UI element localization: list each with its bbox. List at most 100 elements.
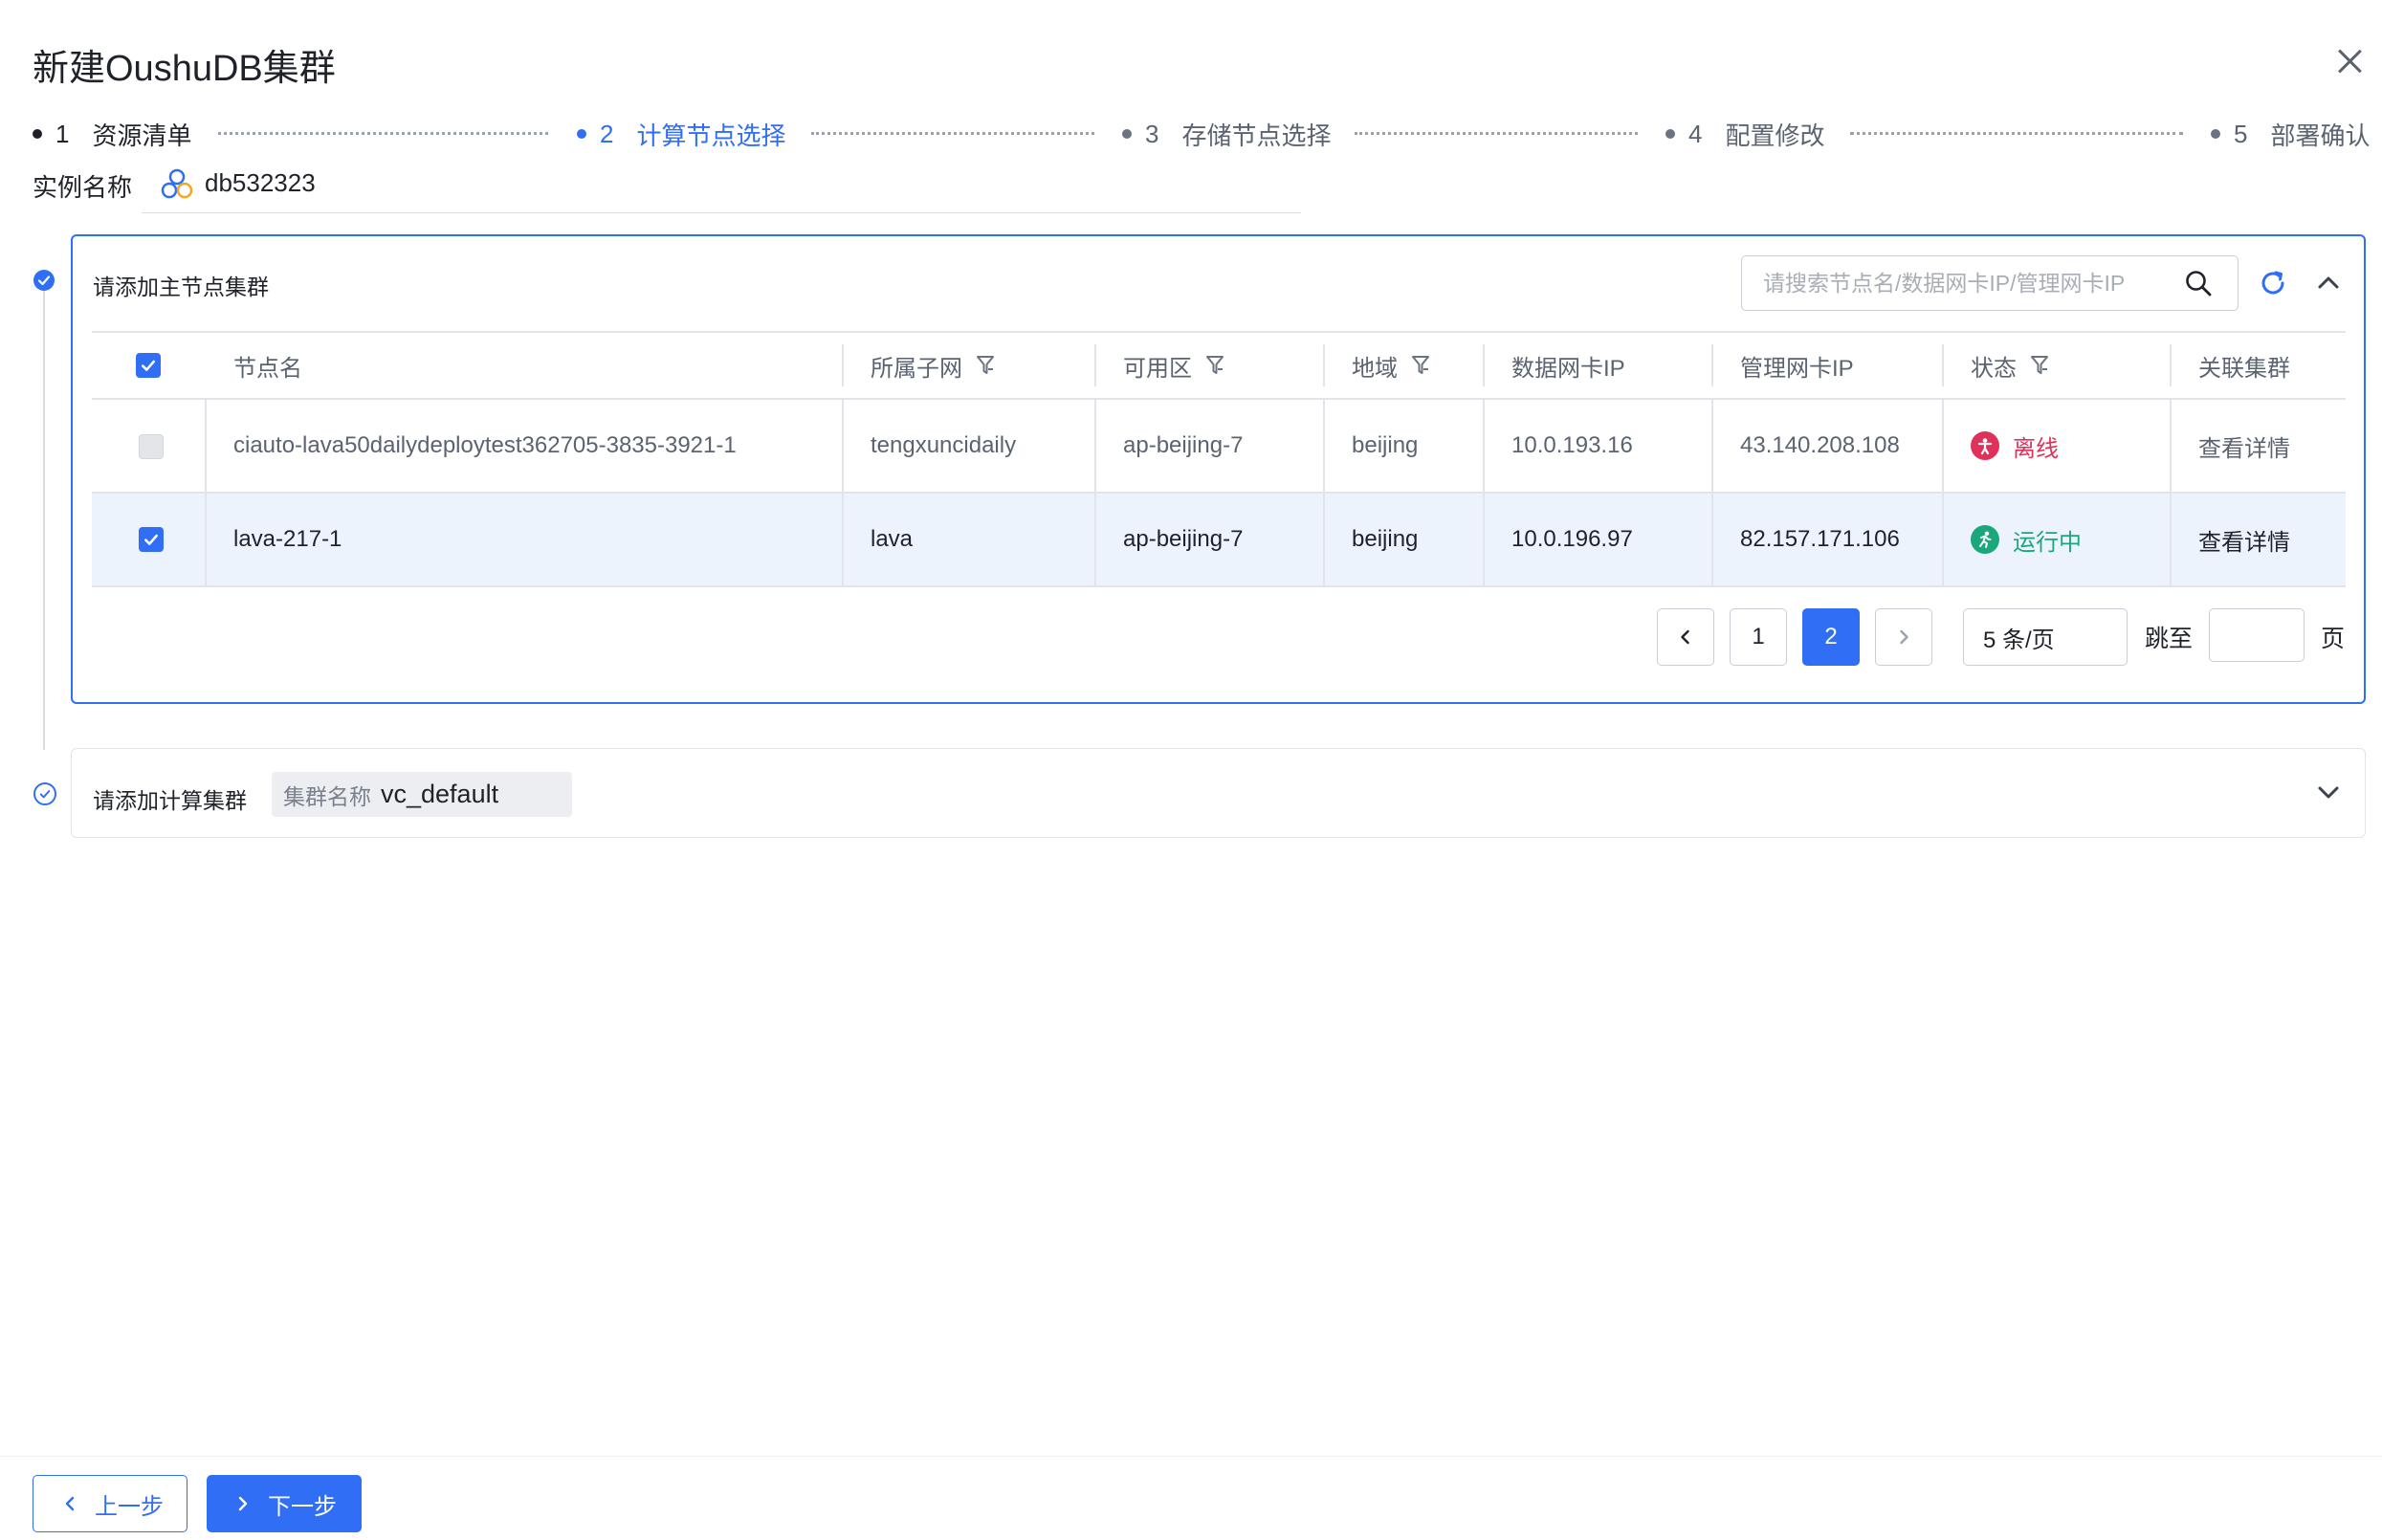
previous-step-label: 上一步 [95,1493,164,1520]
running-status-icon [1971,525,1999,554]
filter-icon[interactable] [1411,354,1430,377]
column-divider [1711,400,1713,492]
previous-step-button[interactable]: 上一步 [33,1475,187,1532]
prev-page-button[interactable] [1657,608,1714,666]
column-divider [1094,494,1096,585]
column-header-label: 可用区 [1123,355,1192,382]
step-connector [218,132,548,135]
filter-icon[interactable] [2030,354,2049,377]
column-divider [842,494,844,585]
cell-status: 运行中 [1971,494,2082,585]
column-divider [1942,494,1944,585]
cell-region: beijing [1352,526,1419,552]
step-label: 部署确认 [2270,121,2371,150]
column-header-subnet: 所属子网 [871,333,995,398]
column-header-label: 所属子网 [871,355,962,382]
next-page-button[interactable] [1875,608,1932,666]
column-header-mgmt-ip: 管理网卡IP [1740,333,1854,398]
cell-subnet: lava [871,526,914,552]
column-header-zone: 可用区 [1123,333,1224,398]
column-divider [1942,344,1944,386]
column-divider [2170,494,2172,585]
step-4[interactable]: 4 配置修改 [1665,117,1824,151]
column-header-node-name: 节点名 [233,333,302,398]
filter-icon[interactable] [976,354,995,377]
jump-to-label: 跳至 [2145,626,2194,652]
step-label: 计算节点选择 [636,121,786,150]
column-divider [1483,344,1485,386]
search-icon[interactable] [2184,269,2213,297]
master-complete-check-icon [33,270,55,291]
cell-status: 离线 [1971,400,2059,492]
chevron-left-icon [1681,629,1689,645]
column-divider [1483,494,1485,585]
cell-node-name: lava-217-1 [233,526,342,552]
row-checkbox[interactable] [139,527,164,552]
step-dot-icon [1122,129,1132,139]
column-divider [842,344,844,386]
step-label: 资源清单 [92,121,192,150]
step-connector [1355,132,1638,135]
chevron-left-icon [65,1496,75,1511]
offline-status-icon [1971,431,1999,460]
cluster-name-tag: 集群名称 vc_default [272,772,572,817]
column-divider [1323,494,1325,585]
step-1[interactable]: 1 资源清单 [33,117,191,151]
column-divider [2170,400,2172,492]
table-row[interactable]: lava-217-1 lava ap-beijing-7 beijing 10.… [92,494,2346,587]
node-search-box[interactable] [1741,255,2239,311]
node-search-input[interactable] [1742,256,2186,311]
column-header-label: 管理网卡IP [1740,355,1854,382]
table-row[interactable]: ciauto-lava50dailydeploytest362705-3835-… [92,400,2346,494]
column-header-label: 关联集群 [2198,355,2290,382]
view-details-link[interactable]: 查看详情 [2198,400,2290,492]
cell-zone: ap-beijing-7 [1123,432,1244,458]
column-divider [1711,494,1713,585]
cluster-logo-icon [161,168,193,199]
column-header-data-ip: 数据网卡IP [1511,333,1625,398]
cell-region: beijing [1352,432,1419,458]
cell-node-name: ciauto-lava50dailydeploytest362705-3835-… [233,432,737,458]
row-checkbox-disabled [139,434,164,459]
close-icon[interactable] [2332,44,2367,78]
cell-mgmt-ip: 82.157.171.106 [1740,526,1900,552]
cell-subnet: tengxuncidaily [871,432,1017,458]
step-number: 2 [600,119,614,148]
page-suffix-label: 页 [2321,626,2346,652]
column-divider [205,494,207,585]
next-step-button[interactable]: 下一步 [207,1475,362,1532]
column-divider [2170,344,2172,386]
column-divider [1483,400,1485,492]
step-number: 1 [55,119,70,148]
cell-data-ip: 10.0.193.16 [1511,432,1633,458]
chevron-right-icon [1900,629,1908,645]
step-number: 3 [1145,119,1159,148]
column-header-label: 节点名 [233,355,302,382]
column-divider [205,400,207,492]
cell-mgmt-ip: 43.140.208.108 [1740,432,1900,458]
page-1-button[interactable]: 1 [1730,608,1787,666]
step-2[interactable]: 2 计算节点选择 [577,117,785,151]
step-5[interactable]: 5 部署确认 [2211,117,2370,151]
column-header-status: 状态 [1971,333,2049,398]
page-size-select[interactable]: 5 条/页 [1963,608,2128,666]
chevron-down-icon[interactable] [2315,779,2342,805]
cluster-name-label: 集群名称 [283,783,371,809]
column-header-label: 地域 [1352,355,1398,382]
column-header-cluster: 关联集群 [2198,333,2290,398]
chevron-up-icon[interactable] [2315,270,2342,297]
jump-to-page-input[interactable] [2209,608,2305,662]
status-text: 离线 [2013,435,2059,462]
page-2-button[interactable]: 2 [1802,608,1860,666]
step-3[interactable]: 3 存储节点选择 [1122,117,1331,151]
status-text: 运行中 [2013,529,2082,556]
step-dot-icon [33,129,42,139]
instance-underline [142,212,1301,213]
view-details-link[interactable]: 查看详情 [2198,494,2290,585]
select-all-checkbox[interactable] [136,353,161,378]
refresh-icon[interactable] [2258,268,2288,298]
footer-divider [0,1456,2382,1457]
instance-name-value: db532323 [205,168,316,197]
step-connector [1850,132,2183,135]
filter-icon[interactable] [1205,354,1224,377]
